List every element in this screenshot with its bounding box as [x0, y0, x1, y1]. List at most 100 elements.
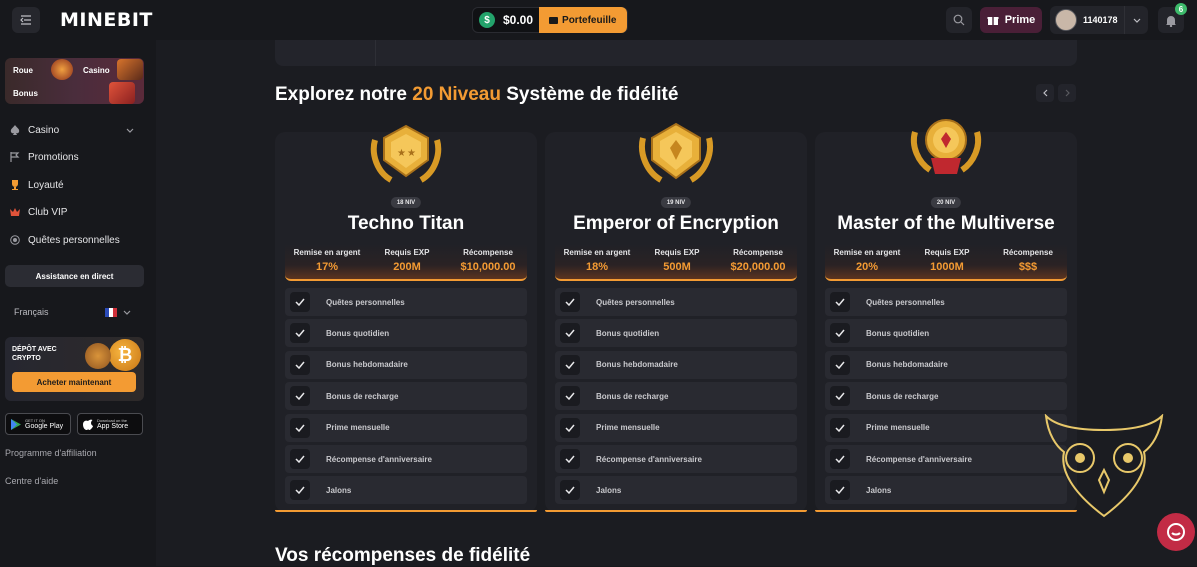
sidebar: Roue Casino Bonus Casino Promotions Loya… — [0, 40, 152, 566]
feature-label: Bonus de recharge — [596, 391, 669, 401]
language-label: Français — [14, 307, 49, 317]
previous-section-strip — [275, 40, 1077, 66]
feature-row: Récompense d'anniversaire — [285, 445, 527, 473]
feature-label: Récompense d'anniversaire — [596, 454, 702, 464]
feature-row: Prime mensuelle — [285, 413, 527, 442]
top-bar: MINEBIT $ $0.00 Portefeuille Prime 11401… — [0, 0, 1197, 40]
feature-row: Quêtes personnelles — [825, 288, 1067, 316]
prime-label: Prime — [1004, 14, 1036, 26]
prime-button[interactable]: Prime — [980, 7, 1042, 33]
google-play-button[interactable]: GET IT ON Google Play — [5, 413, 71, 435]
sidebar-toggle-button[interactable] — [12, 7, 40, 33]
wallet-button[interactable]: Portefeuille — [539, 7, 627, 33]
level-name: Master of the Multiverse — [837, 213, 1055, 234]
promo-bonus[interactable]: Bonus — [13, 89, 38, 98]
live-chat-button[interactable] — [1157, 513, 1195, 551]
feature-row: Bonus de recharge — [555, 382, 797, 411]
feature-label: Jalons — [326, 485, 352, 495]
sidebar-item-loyalty[interactable]: Loyauté — [10, 177, 64, 193]
casino-art-icon — [117, 59, 143, 80]
feature-row: Prime mensuelle — [825, 413, 1067, 442]
feature-row: Bonus quotidien — [285, 319, 527, 348]
carousel-prev-button[interactable] — [1036, 84, 1054, 102]
bell-icon — [1166, 15, 1176, 27]
feature-row: Jalons — [285, 476, 527, 505]
search-button[interactable] — [946, 7, 972, 33]
promo-roue[interactable]: Roue — [13, 66, 33, 75]
sidebar-item-promotions[interactable]: Promotions — [10, 149, 79, 165]
stat-label: Remise en argent — [293, 248, 361, 257]
checkmark-icon — [560, 449, 580, 469]
stat-label: Requis EXP — [924, 248, 970, 257]
gift-icon — [987, 17, 999, 25]
logo[interactable]: MINEBIT — [60, 9, 153, 31]
notifications-button[interactable]: 6 — [1158, 3, 1187, 33]
stat-exp: Requis EXP 500M — [645, 248, 709, 273]
stat-label: Remise en argent — [563, 248, 631, 257]
promo-casino[interactable]: Casino — [83, 66, 110, 75]
crypto-deposit-title: DÉPÔT AVEC CRYPTO — [12, 346, 57, 362]
feature-label: Récompense d'anniversaire — [866, 454, 972, 464]
trophy-icon — [12, 180, 18, 190]
level-stats: Remise en argent 17% Requis EXP 200M Récom… — [285, 244, 527, 281]
app-store-name: App Store — [97, 422, 129, 430]
feature-row: Quêtes personnelles — [555, 288, 797, 316]
app-store-text: Download on the App Store — [97, 418, 128, 431]
feature-row: Bonus de recharge — [825, 382, 1067, 411]
stat-value: 200M — [393, 261, 421, 273]
wallet-button-label: Portefeuille — [562, 14, 617, 26]
stat-value: $20,000.00 — [730, 261, 786, 273]
collapse-sidebar-icon — [20, 15, 31, 25]
cookie-coin-icon — [85, 343, 111, 369]
sidebar-item-label: Club VIP — [28, 206, 68, 218]
buy-crypto-button[interactable]: Acheter maintenant — [12, 372, 136, 392]
checkmark-icon — [560, 480, 580, 501]
level-stats: Remise en argent 20% Requis EXP 1000M Réco… — [825, 244, 1067, 281]
level-name: Emperor of Encryption — [573, 213, 779, 234]
flag-icon — [10, 152, 20, 162]
checkmark-icon — [560, 292, 580, 312]
user-menu[interactable]: 1140178 — [1050, 6, 1148, 34]
france-flag-icon — [105, 308, 117, 317]
checkmark-icon — [290, 292, 310, 312]
carousel-next-button[interactable] — [1058, 84, 1076, 102]
help-center-link[interactable]: Centre d'aide — [5, 476, 58, 486]
language-selector[interactable]: Français — [14, 307, 134, 317]
live-support-button[interactable]: Assistance en direct — [5, 265, 144, 287]
svg-text:★: ★ — [407, 148, 416, 159]
level-card-20: 20 NIV Master of the Multiverse Remise e… — [815, 119, 1077, 512]
feature-row: Bonus quotidien — [555, 319, 797, 348]
checkmark-icon — [560, 354, 580, 375]
checkmark-icon — [560, 323, 580, 344]
sidebar-item-club-vip[interactable]: Club VIP — [10, 204, 67, 220]
user-menu-toggle[interactable] — [1124, 6, 1148, 34]
feature-label: Bonus quotidien — [866, 328, 930, 338]
sidebar-item-label: Promotions — [28, 151, 79, 163]
sidebar-item-casino[interactable]: Casino — [10, 122, 134, 138]
level-name: Techno Titan — [347, 213, 465, 234]
crypto-deposit-card: DÉPÔT AVEC CRYPTO ₿ Acheter maintenant — [5, 337, 144, 401]
checkmark-icon — [290, 417, 310, 438]
dollar-coin-icon: $ — [479, 12, 495, 28]
feature-label: Jalons — [596, 485, 622, 495]
apple-icon — [83, 419, 93, 430]
gift-box-icon — [109, 82, 135, 104]
spade-icon — [10, 125, 20, 135]
checkmark-icon — [830, 417, 850, 438]
sidebar-item-quests[interactable]: Quêtes personnelles — [10, 232, 120, 248]
stat-cashback: Remise en argent 20% — [833, 248, 901, 273]
stat-value: $10,000.00 — [460, 261, 516, 273]
checkmark-icon — [830, 449, 850, 469]
feature-row: Bonus de recharge — [285, 382, 527, 411]
feature-label: Bonus hebdomadaire — [866, 360, 948, 370]
feature-row: Récompense d'anniversaire — [555, 445, 797, 473]
level-card-19: 19 NIV Emperor of Encryption Remise en a… — [545, 122, 807, 512]
checkmark-icon — [830, 292, 850, 312]
stat-label: Récompense — [463, 248, 513, 257]
affiliate-link[interactable]: Programme d'affiliation — [5, 448, 97, 458]
level-stats: Remise en argent 18% Requis EXP 500M Récom… — [555, 244, 797, 281]
app-store-button[interactable]: Download on the App Store — [77, 413, 143, 435]
title-prefix: Explorez notre — [275, 84, 413, 105]
level-badge: 19 NIV — [660, 197, 692, 208]
checkmark-icon — [830, 354, 850, 375]
